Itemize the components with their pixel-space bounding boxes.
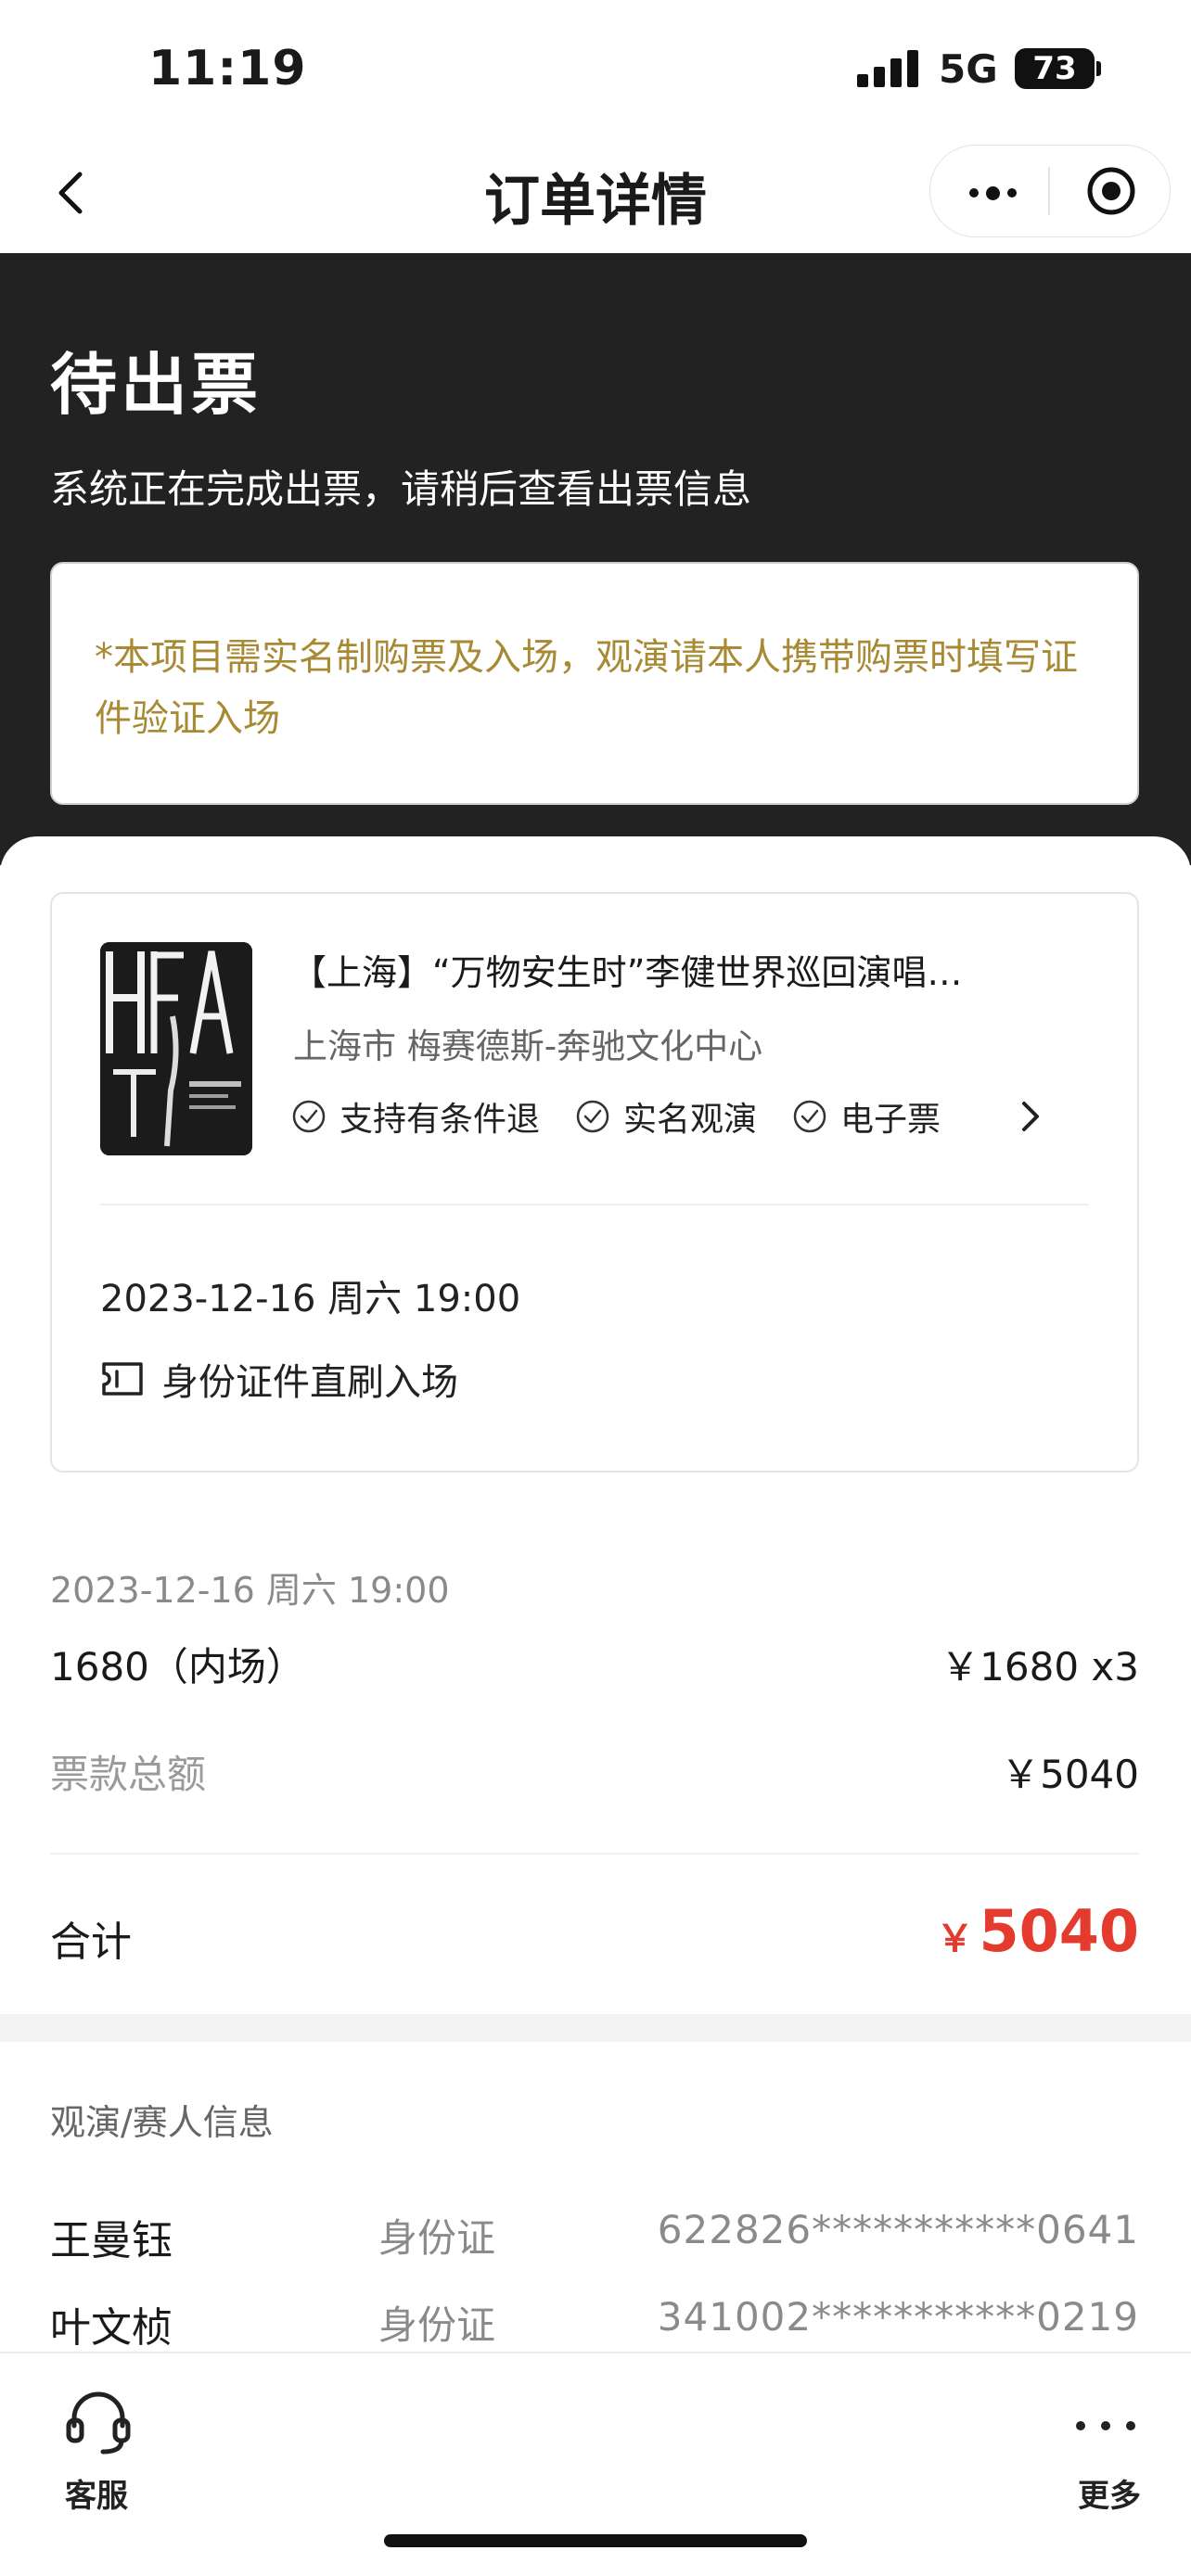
ticket-total-value: ￥5040 [1001,1752,1139,1797]
home-indicator [384,2534,807,2547]
order-status-subtitle: 系统正在完成出票，请稍后查看出票信息 [50,466,752,512]
order-status-title: 待出票 [50,346,263,424]
event-datetime: 2023-12-16 周六 19:00 [100,1278,521,1320]
check-circle-icon [793,1100,826,1133]
divider [100,1204,1089,1205]
tag-eticket: 电子票 [792,1092,941,1141]
more-dots-icon[interactable] [963,167,1022,219]
event-tags: 支持有条件退 实名观演 电子票 [291,1094,976,1139]
network-type: 5G [939,46,998,92]
section-gap [0,2014,1191,2042]
status-time: 11:19 [148,41,307,96]
audience-heading: 观演/赛人信息 [50,2102,274,2143]
check-circle-icon [292,1100,326,1133]
entry-method: 身份证件直刷入场 [100,1352,458,1406]
tag-label: 实名观演 [623,1101,758,1139]
audience-id-number: 622826***********0641 [657,2207,1139,2252]
audience-id-type: 身份证 [378,2215,496,2261]
tag-label: 电子票 [840,1101,941,1139]
battery-level: 73 [1032,50,1077,87]
event-title: 【上海】“万物安生时”李健世界巡回演唱… [291,952,963,993]
signal-icon [857,50,918,87]
check-circle-icon [576,1100,609,1133]
service-button[interactable]: 客服 [65,2470,128,2516]
event-poster [100,942,252,1155]
headset-icon[interactable] [63,2391,134,2455]
battery-tip [1096,61,1101,76]
tag-label: 支持有条件退 [339,1101,541,1139]
capsule-divider [1048,167,1050,215]
id-card-icon [102,1362,143,1396]
tag-refund: 支持有条件退 [291,1092,540,1141]
ticket-tier: 1680（内场） [50,1644,305,1690]
notice-text: *本项目需实名制购票及入场，观演请本人携带购票时填写证件验证入场 [95,636,1078,740]
sum-label: 合计 [50,1919,132,1966]
currency-symbol: ￥ [936,1918,974,1960]
event-venue: 上海市 梅赛德斯-奔驰文化中心 [293,1027,763,1066]
entry-label: 身份证件直刷入场 [161,1361,458,1404]
ticket-total-label: 票款总额 [50,1752,207,1797]
chevron-right-icon[interactable] [1017,1100,1044,1133]
more-icon[interactable] [1076,2415,1135,2437]
more-button[interactable]: 更多 [1078,2470,1141,2516]
session-datetime: 2023-12-16 周六 19:00 [50,1570,450,1611]
audience-id-type: 身份证 [378,2302,496,2348]
audience-name: 王曼钰 [50,2217,173,2264]
ticket-tier-price: ￥1680 x3 [941,1644,1139,1690]
tag-realname: 实名观演 [575,1092,757,1141]
battery-icon: 73 [1015,48,1095,89]
audience-id-number: 341002***********0219 [657,2294,1139,2340]
target-icon[interactable] [1085,165,1137,217]
sum-value: ￥ 5040 [936,1897,1139,1965]
audience-name: 叶文桢 [50,2304,173,2352]
sum-amount: 5040 [979,1897,1139,1965]
divider [50,1853,1139,1855]
